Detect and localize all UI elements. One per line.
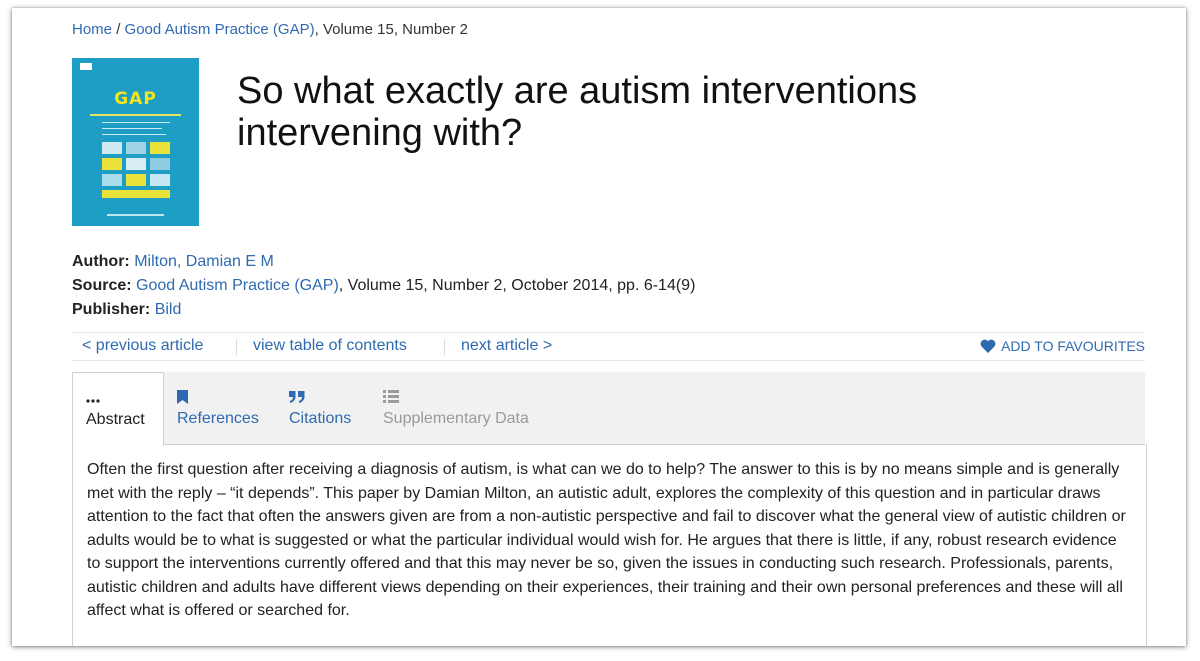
author-row: Author: Milton, Damian E M — [72, 250, 695, 274]
article-tabs: Abstract References Citations Supplement… — [72, 372, 1145, 446]
page-frame: Home / Good Autism Practice (GAP), Volum… — [12, 8, 1186, 646]
article-metadata: Author: Milton, Damian E M Source: Good … — [72, 250, 695, 322]
tab-supplementary-data-label: Supplementary Data — [383, 410, 529, 427]
nav-divider — [236, 339, 237, 355]
heart-icon — [980, 339, 996, 353]
breadcrumb-current: , Volume 15, Number 2 — [314, 21, 469, 38]
journal-cover-image[interactable]: GAP — [72, 58, 199, 226]
breadcrumb: Home / Good Autism Practice (GAP), Volum… — [72, 21, 468, 38]
source-label: Source: — [72, 277, 132, 294]
cover-photo-grid — [102, 142, 170, 202]
article-title-line-1: So what exactly are autism interventions — [237, 70, 918, 112]
breadcrumb-separator: / — [116, 21, 121, 38]
tab-abstract-label: Abstract — [86, 411, 145, 428]
article-navigation: < previous article view table of content… — [72, 332, 1145, 361]
publisher-row: Publisher: Bild — [72, 298, 695, 322]
tab-references-label: References — [177, 410, 259, 427]
quote-icon — [289, 390, 305, 408]
source-journal-link[interactable]: Good Autism Practice (GAP) — [136, 277, 339, 294]
next-article-link[interactable]: next article > — [461, 337, 552, 355]
cover-text-line — [102, 134, 166, 135]
nav-divider — [444, 339, 445, 355]
cover-footer-line — [107, 214, 164, 216]
cover-subtitle-bar — [90, 114, 181, 116]
previous-article-link[interactable]: < previous article — [82, 337, 203, 355]
source-row: Source: Good Autism Practice (GAP), Volu… — [72, 274, 695, 298]
breadcrumb-journal-link[interactable]: Good Autism Practice (GAP) — [125, 21, 315, 38]
article-title-line-2: intervening with? — [237, 112, 523, 154]
cover-text-line — [102, 122, 170, 123]
source-details: , Volume 15, Number 2, October 2014, pp.… — [338, 277, 696, 294]
ellipsis-icon — [86, 391, 100, 409]
abstract-text: Often the first question after receiving… — [87, 461, 1126, 619]
publisher-logo-icon — [80, 63, 92, 70]
table-of-contents-link[interactable]: view table of contents — [253, 337, 407, 355]
author-link[interactable]: Milton, Damian E M — [134, 253, 274, 270]
cover-title: GAP — [114, 89, 157, 109]
list-icon — [383, 390, 399, 408]
article-title: So what exactly are autism interventions… — [237, 70, 1137, 154]
publisher-label: Publisher: — [72, 301, 151, 318]
bookmark-icon — [177, 390, 188, 409]
cover-text-line — [102, 128, 162, 129]
author-label: Author: — [72, 253, 130, 270]
add-to-favourites-label: ADD TO FAVOURITES — [1001, 338, 1145, 354]
breadcrumb-home-link[interactable]: Home — [72, 21, 112, 38]
publisher-link[interactable]: Bild — [155, 301, 182, 318]
tab-abstract[interactable]: Abstract — [72, 372, 164, 446]
add-to-favourites-button[interactable]: ADD TO FAVOURITES — [980, 338, 1145, 354]
abstract-panel: Often the first question after receiving… — [72, 444, 1147, 646]
tab-citations-label: Citations — [289, 410, 352, 427]
